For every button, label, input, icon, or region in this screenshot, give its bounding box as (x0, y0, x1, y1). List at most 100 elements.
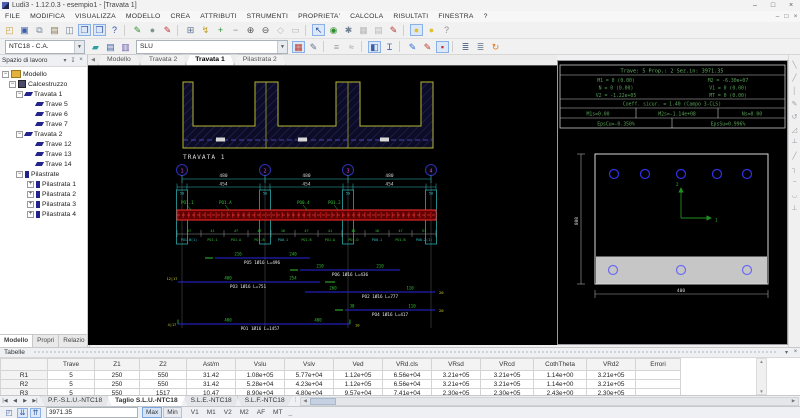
sheet-nav-button[interactable]: ◀ (10, 398, 20, 404)
grid-column-header[interactable]: VRd.cls (383, 359, 432, 371)
menu-item[interactable]: CREA (166, 13, 196, 20)
tree-item[interactable]: Trave 6 (0, 109, 87, 119)
toolbar-icon[interactable]: ✎ (307, 41, 320, 53)
tree-expander-icon[interactable]: − (16, 131, 23, 138)
toolbar-icon[interactable]: ✎ (161, 24, 174, 36)
toolbar-icon[interactable]: ◰ (3, 24, 16, 36)
min-toggle-button[interactable]: Min (163, 407, 181, 418)
toolbar-icon[interactable]: ▣ (18, 24, 31, 36)
tool-icon[interactable]: │ (790, 85, 800, 98)
grid-column-header[interactable] (1, 359, 48, 371)
toolbar-icon[interactable]: ▦ (292, 41, 305, 53)
mdi-control-button[interactable]: □ (782, 13, 791, 20)
tree-item[interactable]: + Pilastrata 4 (0, 209, 87, 219)
toolbar-icon[interactable]: ? (440, 24, 453, 36)
status-icon[interactable]: ◰ (3, 408, 15, 418)
toolbar-icon[interactable]: ↻ (489, 41, 502, 53)
sheet-nav-button[interactable]: ▶| (30, 398, 40, 404)
toolbar-icon[interactable] (452, 41, 456, 52)
toolbar-icon[interactable]: ⊕ (244, 24, 257, 36)
tree-item[interactable]: + Pilastrata 2 (0, 189, 87, 199)
tree-item[interactable]: − Modello (0, 69, 87, 79)
chevron-down-icon[interactable]: ▼ (74, 41, 84, 53)
menu-item[interactable]: STRUMENTI (242, 13, 293, 20)
toolbar-icon[interactable]: ● (146, 24, 159, 36)
grid-row-header[interactable]: R2 (1, 380, 48, 389)
tool-icon[interactable]: ┐ (790, 163, 800, 176)
chevron-down-icon[interactable]: ▼ (277, 41, 287, 53)
grid-column-header[interactable]: CothTheta (534, 359, 587, 371)
panel-header-icon[interactable]: ▾ (61, 57, 69, 64)
grid-column-header[interactable]: Z2 (140, 359, 187, 371)
menu-item[interactable]: RISULTATI (388, 13, 433, 20)
toolbar-icon[interactable]: ≡ (330, 41, 343, 53)
tree-item[interactable]: + Pilastrata 1 (0, 179, 87, 189)
document-tab[interactable]: Travata 1 (186, 54, 233, 65)
tool-icon[interactable]: ✎ (790, 98, 800, 111)
section-detail-canvas[interactable]: Trave: 5 Prop.: 2 Sez.in: 3971.35 M1 = 0… (557, 60, 788, 345)
panel-drag-handle[interactable] (33, 350, 778, 355)
toolbar-icon[interactable]: ▤ (48, 24, 61, 36)
toolbar-icon[interactable]: ◫ (63, 24, 76, 36)
menu-item[interactable]: MODELLO (121, 13, 166, 20)
menu-item[interactable]: ? (479, 13, 493, 20)
mdi-control-button[interactable]: – (773, 13, 782, 20)
menu-item[interactable]: CALCOLA (345, 13, 388, 20)
toolbar-icon[interactable]: ↖ (312, 24, 325, 36)
scroll-right-icon[interactable]: ▶ (789, 398, 798, 404)
toolbar-icon[interactable]: − (229, 24, 242, 36)
tree-item[interactable]: Trave 14 (0, 159, 87, 169)
toolbar-icon[interactable]: ▥ (119, 41, 132, 53)
toolbar-icon[interactable]: ▪ (436, 41, 449, 53)
toolbar-icon[interactable]: ⊖ (259, 24, 272, 36)
combination-combo[interactable]: SLU ▼ (136, 40, 288, 54)
status-icon[interactable]: ⇈ (30, 408, 41, 418)
result-component-toggle[interactable]: MT (273, 409, 282, 416)
toolbar-icon[interactable]: ✎ (421, 41, 434, 53)
toolbar-icon[interactable]: ◇ (274, 24, 287, 36)
toolbar-icon[interactable] (361, 41, 365, 52)
status-icon[interactable]: ⇊ (17, 408, 28, 418)
toolbar-icon[interactable] (124, 25, 128, 36)
grid-column-header[interactable]: Z1 (95, 359, 140, 371)
panel-header-icon[interactable]: ↧ (69, 57, 77, 64)
table-row[interactable]: R2 5 250 550 31.42 5.28e+04 4.23e+04 1.1… (1, 380, 681, 389)
window-control-button[interactable]: – (746, 2, 764, 9)
scroll-up-icon[interactable]: ▲ (759, 359, 763, 364)
tree-item[interactable]: + Pilastrata 3 (0, 199, 87, 209)
menu-item[interactable]: FINESTRA (433, 13, 478, 20)
tree-expander-icon[interactable]: − (2, 71, 9, 78)
toolbar-icon[interactable]: ▤ (104, 41, 117, 53)
grid-column-header[interactable]: Trave (48, 359, 95, 371)
toolbar-icon[interactable]: ❒ (93, 24, 106, 36)
main-cad-canvas[interactable]: TRAVATA 1 1 2 3 4 (88, 66, 557, 345)
toolbar-icon[interactable] (399, 41, 403, 52)
toolbar-icon[interactable]: ≈ (345, 41, 358, 53)
tool-icon[interactable]: ⊥ (790, 202, 800, 215)
grid-column-header[interactable]: VRcd (481, 359, 534, 371)
toolbar-icon[interactable] (305, 25, 309, 36)
toolbar-icon[interactable]: ✱ (342, 24, 355, 36)
section-position-input[interactable] (46, 407, 138, 418)
tree-item[interactable]: − Travata 2 (0, 129, 87, 139)
toolbar-icon[interactable]: ≣ (474, 41, 487, 53)
sheet-nav-button[interactable]: ▶ (20, 398, 30, 404)
grid-row-header[interactable]: R1 (1, 371, 48, 380)
toolbar-icon[interactable] (403, 25, 407, 36)
toolbar-icon[interactable]: ⊞ (184, 24, 197, 36)
tool-icon[interactable]: ◡ (790, 189, 800, 202)
menu-item[interactable]: MODIFICA (25, 13, 70, 20)
scrollbar-thumb[interactable] (310, 398, 336, 405)
grid-vertical-scrollbar[interactable]: ▲ ▼ (756, 358, 767, 395)
tree-expander-icon[interactable]: + (27, 211, 34, 218)
tree-item[interactable]: Trave 12 (0, 139, 87, 149)
mdi-control-button[interactable]: × (791, 13, 800, 20)
window-control-button[interactable]: □ (764, 2, 782, 9)
splitter-handle[interactable]: ⁞ (293, 398, 299, 404)
toolbar-icon[interactable]: ? (108, 24, 121, 36)
tree-expander-icon[interactable]: + (27, 181, 34, 188)
result-component-toggle[interactable]: V2 (224, 409, 232, 416)
grid-column-header[interactable]: Vslv (285, 359, 334, 371)
menu-item[interactable]: FILE (0, 13, 25, 20)
tree-item[interactable]: − Travata 1 (0, 89, 87, 99)
